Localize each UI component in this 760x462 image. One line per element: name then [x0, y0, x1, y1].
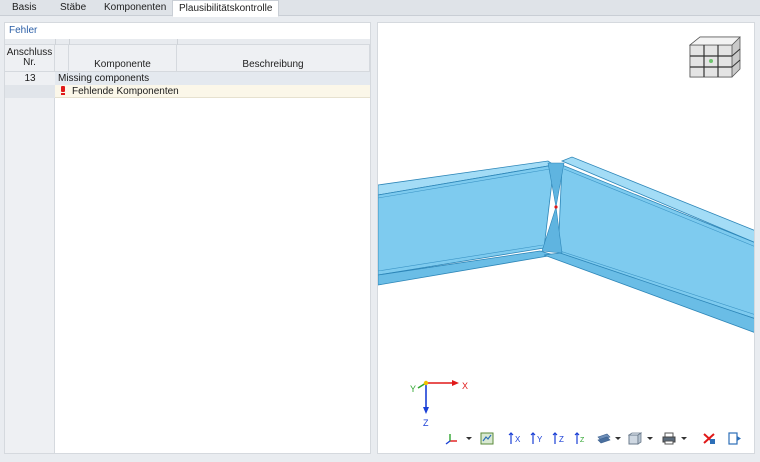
column-header-connection[interactable]: Anschluss Nr.: [5, 45, 55, 72]
print-button[interactable]: [660, 430, 688, 447]
tab-plausibilitaetskontrolle[interactable]: Plausibilitätskontrolle: [172, 0, 280, 17]
table-row[interactable]: Fehlende Komponenten: [55, 85, 370, 98]
select-button[interactable]: [478, 430, 496, 447]
errors-panel: Fehler Anschluss Nr. Komponente Beschrei…: [4, 22, 371, 454]
select-icon: [480, 432, 494, 445]
table-row[interactable]: 13 Missing components: [5, 72, 370, 85]
view-x-button[interactable]: X: [506, 430, 524, 447]
axis-label-z: Z: [423, 418, 429, 428]
model-canvas: X Y Z: [378, 36, 755, 428]
axis-system-button[interactable]: [444, 430, 474, 447]
tab-staebe[interactable]: Stäbe: [54, 0, 92, 16]
column-header-description[interactable]: Beschreibung: [177, 45, 370, 72]
connection-number: 13: [5, 72, 55, 85]
display-mode-icon: [597, 433, 611, 444]
display-mode-button[interactable]: [596, 430, 622, 447]
panel-title: Fehler: [9, 25, 38, 36]
group-label: Missing components: [58, 73, 150, 84]
column-header-spacer: [55, 45, 69, 72]
item-label: Fehlende Komponenten: [72, 86, 179, 97]
tab-bar: Basis Stäbe Komponenten Plausibilitätsko…: [0, 0, 760, 17]
delete-icon: [703, 433, 715, 444]
exit-icon: [728, 432, 741, 445]
delete-button[interactable]: [700, 430, 718, 447]
view-iso-button[interactable]: Z: [572, 430, 590, 447]
view-z-icon: Z: [552, 432, 564, 444]
right-beam[interactable]: [543, 156, 755, 333]
view-y-icon: Y: [530, 432, 543, 444]
svg-text:Y: Y: [537, 435, 543, 444]
box-view-button[interactable]: [626, 430, 654, 447]
box-view-icon: [628, 432, 642, 445]
view-x-icon: X: [508, 432, 521, 444]
view-y-button[interactable]: Y: [528, 430, 546, 447]
svg-text:Z: Z: [559, 435, 564, 444]
axis-label-y: Y: [410, 384, 416, 394]
row-number-cell: [5, 85, 55, 98]
error-icon: [60, 86, 66, 95]
tab-komponenten[interactable]: Komponenten: [98, 0, 172, 16]
print-icon: [662, 432, 676, 445]
axis-system-icon: [445, 434, 457, 445]
svg-text:Z: Z: [580, 437, 585, 444]
left-beam[interactable]: [378, 160, 556, 286]
view-z-button[interactable]: Z: [550, 430, 568, 447]
svg-text:X: X: [515, 435, 521, 444]
tab-basis[interactable]: Basis: [6, 0, 42, 16]
axis-label-x: X: [462, 381, 468, 391]
view-iso-icon: Z: [574, 432, 585, 444]
axis-triad: [417, 380, 459, 414]
view-cube-icon[interactable]: [688, 36, 741, 78]
3d-viewport[interactable]: X Y Z X Y Z Z: [377, 22, 755, 454]
row-number-column: [5, 72, 55, 453]
exit-button[interactable]: [726, 430, 744, 447]
error-marker[interactable]: [554, 205, 558, 209]
column-header-component[interactable]: Komponente: [69, 45, 177, 72]
